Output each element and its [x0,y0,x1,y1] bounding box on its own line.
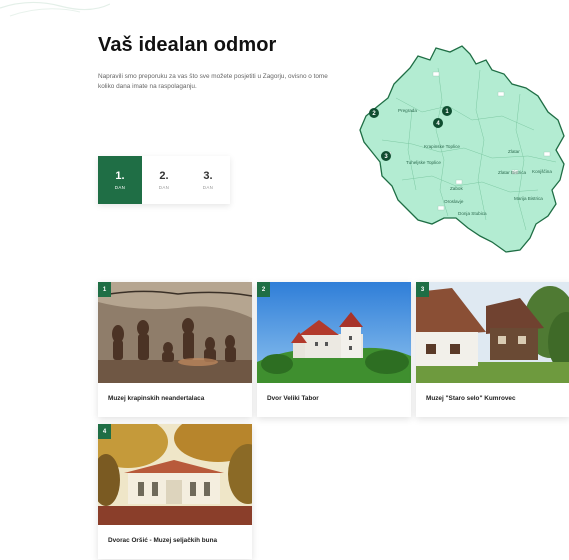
tab-day-3[interactable]: 3. DAN [186,156,230,204]
map-town-label: Donja Stubica [458,211,487,216]
attraction-name: Muzej krapinskih neandertalaca [108,395,205,402]
map-marker-2[interactable]: 2 [369,108,379,118]
map-town-label: Konjščina [532,169,552,174]
map-town-label: Pregrada [398,108,417,113]
intro-text: Napravili smo preporuku za vas što sve m… [98,73,328,90]
attraction-card[interactable]: 2 Dvor Veliki Tabor [257,282,411,417]
map-marker-4[interactable]: 4 [433,118,443,128]
map-town-label: Tuheljske Toplice [406,160,441,165]
map-town-label: Krapinske Toplice [424,144,460,149]
region-map: Pregrada Krapinske Toplice Tuheljske Top… [359,45,565,253]
attraction-photo-village-houses [416,282,569,383]
map-town-label: Zlatar Bistrica [498,170,527,175]
attraction-card[interactable]: 4 Dvorac Oršić - Muzej seljačkih buna [98,424,252,559]
map-marker-3[interactable]: 3 [381,151,391,161]
attraction-number-badge: 1 [98,282,111,297]
attraction-name: Muzej "Staro selo" Kumrovec [426,395,516,402]
attraction-card[interactable]: 1 Muzej krapinskih neandertalaca [98,282,252,417]
attraction-photo-castle-on-hill [257,282,411,383]
tab-day-number: 1. [115,170,125,182]
attraction-number-badge: 2 [257,282,270,297]
map-town-label: Zlatar [508,149,520,154]
attraction-card[interactable]: 3 Muzej "Staro selo" Kumrovec [416,282,569,417]
map-marker-1[interactable]: 1 [442,106,452,116]
attraction-name: Dvorac Oršić - Muzej seljačkih buna [108,537,218,544]
tab-day-2[interactable]: 2. DAN [142,156,186,204]
attraction-name: Dvor Veliki Tabor [267,395,319,402]
tab-day-label: DAN [158,185,170,190]
corner-decoration [0,1,110,17]
tab-day-label: DAN [114,185,126,190]
attraction-photo-manor-autumn [98,424,252,525]
tab-day-number: 2. [159,170,169,182]
map-region-shape [359,45,565,253]
tab-day-label: DAN [202,185,214,190]
attraction-photo-neanderthal-diorama [98,282,252,383]
map-town-label: Oroslavje [444,199,464,204]
map-town-label: Marija Bistrica [514,196,543,201]
page-title: Vaš idealan odmor [98,34,277,56]
map-town-label: Zabok [450,186,463,191]
tab-day-number: 3. [203,170,213,182]
day-selector: 1. DAN 2. DAN 3. DAN [98,156,230,204]
attraction-number-badge: 3 [416,282,429,297]
attraction-number-badge: 4 [98,424,111,439]
tab-day-1[interactable]: 1. DAN [98,156,142,204]
